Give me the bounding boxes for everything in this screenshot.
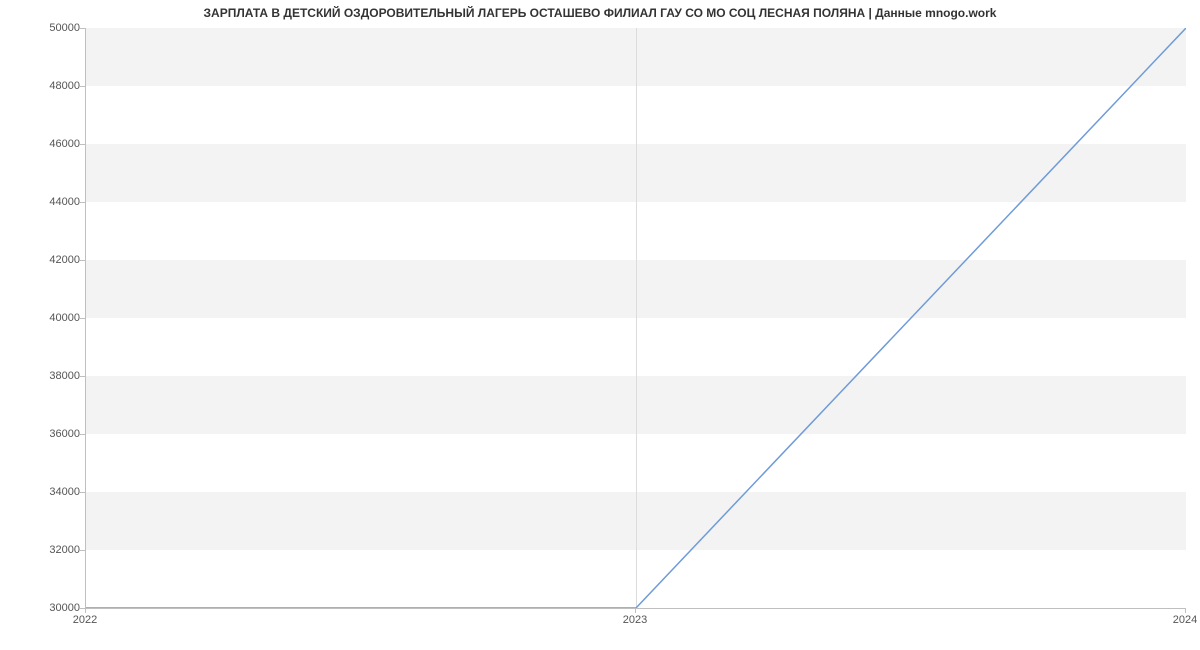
chart-title: ЗАРПЛАТА В ДЕТСКИЙ ОЗДОРОВИТЕЛЬНЫЙ ЛАГЕР… xyxy=(0,6,1200,20)
y-tick-label: 50000 xyxy=(10,22,80,34)
y-tick-label: 46000 xyxy=(10,138,80,150)
y-tick-label: 40000 xyxy=(10,312,80,324)
x-tick-label: 2024 xyxy=(1173,614,1197,626)
y-tick-label: 30000 xyxy=(10,602,80,614)
y-tick-label: 48000 xyxy=(10,80,80,92)
x-tick-label: 2022 xyxy=(73,614,97,626)
x-tick-label: 2023 xyxy=(623,614,647,626)
y-tick-label: 38000 xyxy=(10,370,80,382)
y-tick-label: 42000 xyxy=(10,254,80,266)
y-tick-label: 36000 xyxy=(10,428,80,440)
y-tick-label: 32000 xyxy=(10,544,80,556)
chart-container: ЗАРПЛАТА В ДЕТСКИЙ ОЗДОРОВИТЕЛЬНЫЙ ЛАГЕР… xyxy=(0,0,1200,650)
line-series xyxy=(86,28,1186,608)
y-tick-label: 34000 xyxy=(10,486,80,498)
y-tick-label: 44000 xyxy=(10,196,80,208)
plot-area xyxy=(85,28,1186,609)
